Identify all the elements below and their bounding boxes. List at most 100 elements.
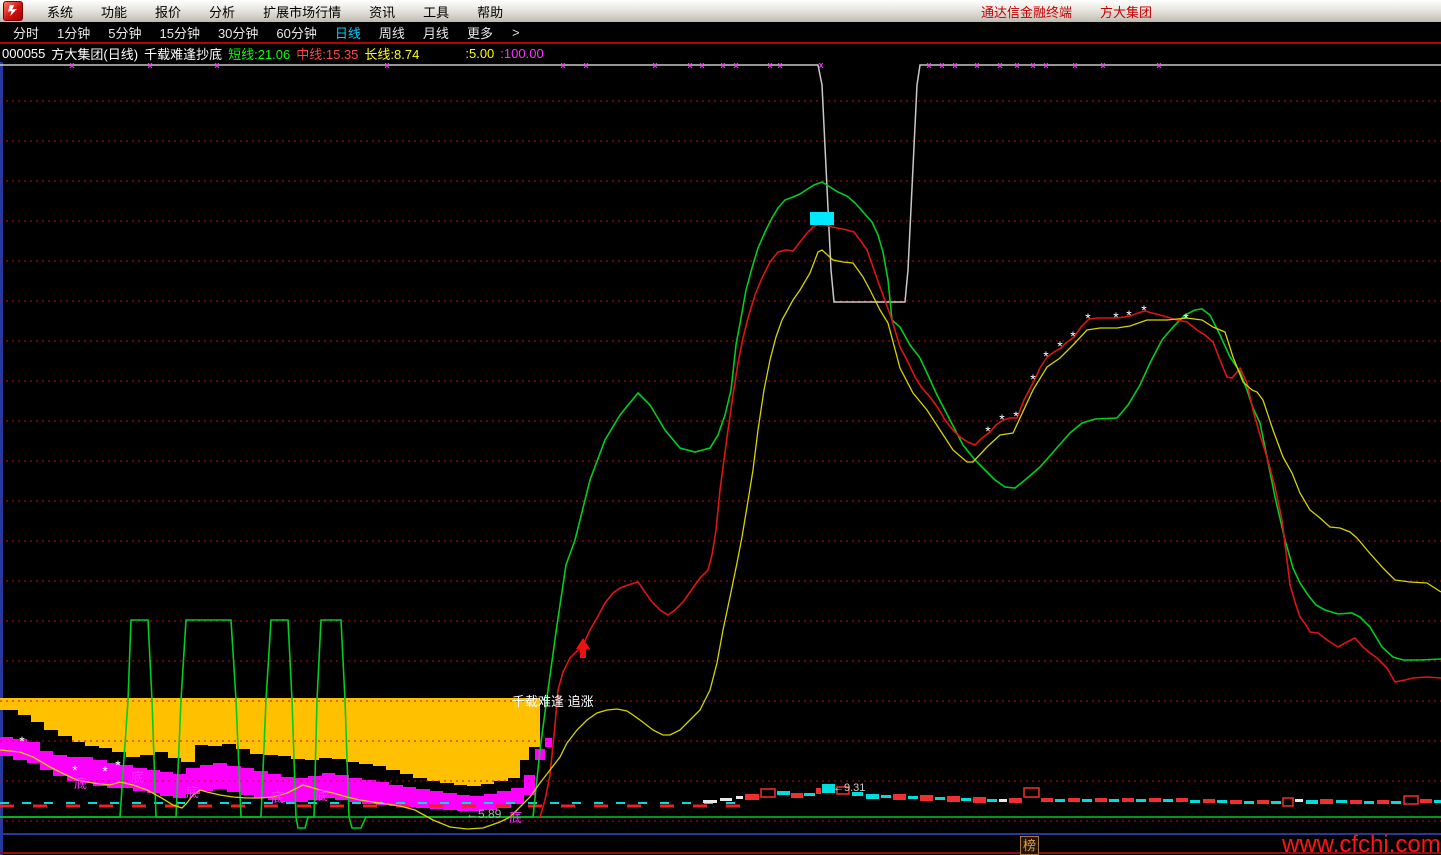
hollow-red-mark: [1282, 797, 1294, 807]
asterisk-marker: *: [1183, 310, 1189, 326]
asterisk-marker: *: [1126, 307, 1132, 323]
indicator-name: 千载难逢抄底: [144, 46, 223, 62]
period-tab-intraday[interactable]: 分时: [4, 23, 48, 42]
period-tab-weekly[interactable]: 周线: [370, 23, 414, 42]
hollow-red-mark: [1023, 787, 1040, 798]
period-tab-daily[interactable]: 日线: [326, 23, 370, 42]
menu-item-analysis[interactable]: 分析: [195, 2, 249, 21]
cyan-mark: [1391, 801, 1401, 804]
asterisk-marker: *: [1141, 302, 1147, 318]
red-mark: [1230, 800, 1242, 804]
menu-item-help[interactable]: 帮助: [463, 2, 517, 21]
hollow-red-mark: [760, 788, 776, 798]
red-mark: [893, 794, 906, 800]
bottom-maroon-line: [0, 852, 1441, 854]
cyan-mark: [1190, 800, 1200, 803]
menu-item-tools[interactable]: 工具: [409, 2, 463, 21]
chart-canvas[interactable]: x x x x x x x x x x x x x x x x x x x x x x x x x** * *** ****** * * *…: [0, 0, 1441, 855]
symbol-code: 000055: [2, 45, 46, 61]
red-mark: [1420, 799, 1432, 803]
cyan-mark: [987, 799, 997, 802]
red-mark: [1068, 798, 1080, 802]
cyan-mark: [1109, 799, 1119, 802]
menu-item-quotes[interactable]: 报价: [141, 2, 195, 21]
symbol-header: 000055 方大集团(日线) 千载难逢抄底 短线:21.06 中线:15.35…: [0, 44, 1441, 62]
menu-item-system[interactable]: 系统: [33, 2, 87, 21]
menu-item-extended-market[interactable]: 扩展市场行情: [249, 2, 355, 21]
bottom-frame-border: [0, 833, 1441, 835]
cyan-mark: [1434, 800, 1441, 803]
long-line-value: 长线:8.74: [364, 46, 420, 62]
red-mark: [1122, 798, 1134, 802]
period-tab-30min[interactable]: 30分钟: [209, 23, 267, 42]
cyan-mark: [1082, 799, 1092, 802]
cyan-mark: [1244, 801, 1254, 804]
cyan-mark: [866, 794, 879, 799]
red-mark: [1320, 799, 1333, 804]
red-indicator-line: [539, 222, 1441, 818]
cyan-mark: [1364, 801, 1374, 804]
bottom-mark: 底: [74, 776, 87, 791]
cyan-mark: [1306, 800, 1318, 804]
menu-item-function[interactable]: 功能: [87, 2, 141, 21]
menu-item-news[interactable]: 资讯: [355, 2, 409, 21]
asterisk-marker: *: [999, 411, 1005, 427]
cyan-mark: [804, 793, 815, 796]
asterisk-marker: *: [115, 757, 121, 773]
bottom-mark: 底: [509, 810, 522, 825]
param-value-2: :100.00: [500, 45, 544, 61]
red-mark: [947, 796, 960, 802]
watermark-text: www.cfchi.com: [1282, 831, 1441, 855]
cyan-mark: [1271, 801, 1281, 804]
cyan-mark: [961, 798, 971, 801]
red-mark: [1176, 798, 1188, 802]
white-mark: [736, 796, 743, 799]
period-tab-15min[interactable]: 15分钟: [150, 23, 208, 42]
red-mark: [1377, 800, 1389, 804]
asterisk-marker: *: [1013, 408, 1019, 424]
period-tab-60min[interactable]: 60分钟: [267, 23, 325, 42]
bottom-mark: 底: [315, 788, 328, 803]
asterisk-marker: *: [1113, 309, 1119, 325]
menubar: 系统 功能 报价 分析 扩展市场行情 资讯 工具 帮助 通达信金融终端 方大集团: [0, 0, 1441, 23]
app-window: x x x x x x x x x x x x x x x x x x x x x x x x x * * * * * * * * * * * * * * *…: [0, 0, 1441, 855]
red-mark: [745, 794, 759, 800]
cyan-mark: [1136, 799, 1146, 802]
cyan-mark: [881, 795, 891, 798]
cyan-mark: [1055, 799, 1065, 802]
bottom-mark: 底: [271, 790, 284, 805]
white-mark: [1295, 799, 1303, 802]
terminal-name-label: 通达信金融终端: [981, 4, 1073, 20]
hollow-red-mark: [1403, 795, 1419, 805]
titlebar-right: 通达信金融终端 方大集团: [981, 0, 1152, 22]
asterisk-marker: *: [102, 763, 108, 779]
period-tab-monthly[interactable]: 月线: [414, 23, 458, 42]
red-mark: [1350, 800, 1362, 804]
low-price-label: ←5.89: [466, 807, 502, 821]
red-mark: [1149, 798, 1161, 802]
app-logo-icon: [3, 1, 23, 21]
white-mark: [999, 799, 1007, 802]
white-mark: [720, 798, 732, 801]
cyan-mark: [777, 791, 790, 795]
buy-arrow-up-icon: [576, 638, 590, 658]
signal-text-chase: 千载难逢 追涨: [512, 694, 594, 709]
symbol-name: 方大集团(日线): [51, 46, 139, 62]
period-tab-1min[interactable]: 1分钟: [48, 23, 99, 42]
period-tab-more[interactable]: 更多: [458, 23, 502, 42]
red-mark: [816, 788, 821, 794]
red-mark: [920, 795, 933, 801]
red-mark: [1095, 798, 1107, 802]
rank-badge-button[interactable]: 榜: [1020, 836, 1039, 855]
red-mark: [1257, 800, 1269, 804]
short-line-value: 短线:21.06: [228, 46, 291, 62]
price-label-931: ←9.31: [833, 782, 865, 794]
stock-name-label: 方大集团: [1100, 4, 1153, 20]
period-tab-5min[interactable]: 5分钟: [99, 23, 150, 42]
asterisk-marker: *: [1057, 338, 1063, 354]
asterisk-marker: *: [1085, 310, 1091, 326]
red-mark: [1041, 798, 1053, 802]
asterisk-marker: *: [1043, 348, 1049, 364]
chevron-right-icon[interactable]: >: [502, 25, 530, 40]
period-toolbar: 分时 1分钟 5分钟 15分钟 30分钟 60分钟 日线 周线 月线 更多 >: [0, 22, 1441, 42]
